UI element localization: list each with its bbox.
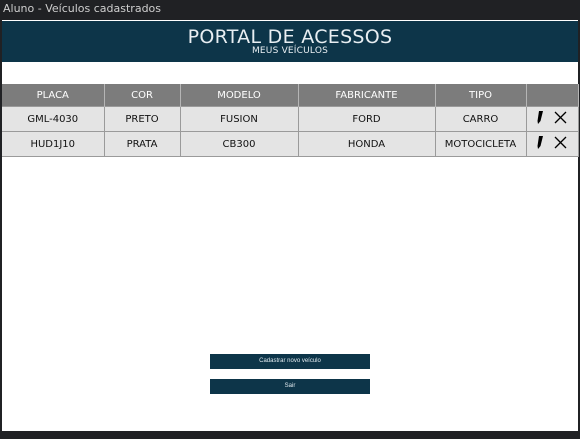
edit-pencil-icon[interactable]	[537, 111, 543, 127]
table-header-row: PLACA COR MODELO FABRICANTE TIPO	[2, 84, 579, 107]
vehicles-table: PLACA COR MODELO FABRICANTE TIPO GML-403…	[2, 84, 579, 157]
portal-banner: PORTAL DE ACESSOS MEUS VEÍCULOS	[2, 21, 578, 62]
cell-tipo: MOTOCICLETA	[435, 131, 527, 157]
cell-modelo: CB300	[180, 131, 299, 157]
portal-title: PORTAL DE ACESSOS	[187, 26, 393, 48]
app-window: PORTAL DE ACESSOS MEUS VEÍCULOS PLACA CO…	[2, 20, 579, 431]
column-header-modelo: MODELO	[180, 84, 299, 107]
column-header-tipo: TIPO	[435, 84, 527, 107]
cell-fabricante: HONDA	[298, 131, 436, 157]
delete-x-icon[interactable]	[554, 111, 567, 127]
row-actions	[526, 131, 579, 157]
column-header-fabricante: FABRICANTE	[298, 84, 436, 107]
cell-placa: HUD1J10	[2, 131, 105, 157]
column-header-placa: PLACA	[2, 84, 105, 107]
table-row: HUD1J10 PRATA CB300 HONDA MOTOCICLETA	[2, 131, 579, 157]
edit-pencil-icon[interactable]	[537, 136, 543, 152]
column-header-cor: COR	[104, 84, 181, 107]
exit-button[interactable]: Sair	[210, 379, 370, 394]
table-row: GML-4030 PRETO FUSION FORD CARRO	[2, 106, 579, 132]
row-actions	[526, 106, 579, 132]
cell-cor: PRETO	[104, 106, 181, 132]
page-subtitle: MEUS VEÍCULOS	[251, 46, 329, 56]
delete-x-icon[interactable]	[554, 136, 567, 152]
column-header-actions	[526, 84, 579, 107]
add-vehicle-button[interactable]: Cadastrar novo veículo	[210, 354, 370, 369]
cell-fabricante: FORD	[298, 106, 436, 132]
cell-cor: PRATA	[104, 131, 181, 157]
cell-modelo: FUSION	[180, 106, 299, 132]
window-title: Aluno - Veículos cadastrados	[0, 0, 580, 18]
cell-placa: GML-4030	[2, 106, 105, 132]
cell-tipo: CARRO	[435, 106, 527, 132]
